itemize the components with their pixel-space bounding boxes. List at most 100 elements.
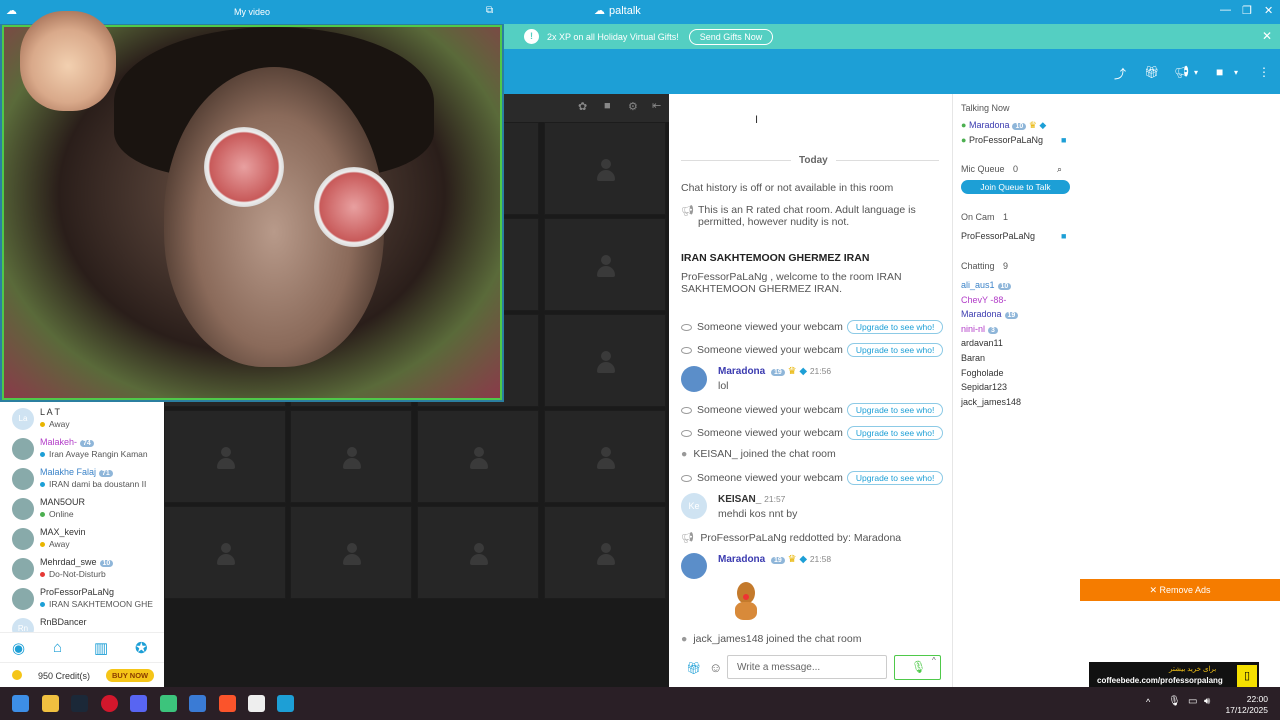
chatting-user[interactable]: ali_aus1 10 xyxy=(961,280,1012,290)
app-icon[interactable] xyxy=(189,695,206,712)
mic-button[interactable]: 🎙︎ ^ xyxy=(894,655,941,680)
message-input[interactable]: Write a message... xyxy=(727,655,887,679)
chatting-user[interactable]: Maradona 19 xyxy=(961,309,1019,320)
buy-now-button[interactable]: BUY NOW xyxy=(106,669,155,682)
empty-user-icon xyxy=(597,351,615,373)
share-icon[interactable]: ⤴ xyxy=(1114,65,1126,82)
talking-user[interactable]: ● Maradona 10 ♛ ◆ xyxy=(961,120,1046,131)
avatar[interactable] xyxy=(681,366,707,392)
message-author[interactable]: Maradona xyxy=(718,366,765,377)
message-author[interactable]: Maradona xyxy=(718,554,765,565)
video-tile[interactable] xyxy=(417,506,539,599)
avatar[interactable] xyxy=(12,438,34,460)
restore-icon[interactable]: ❐ xyxy=(1242,4,1252,17)
remove-ads-button[interactable]: ✕ Remove Ads xyxy=(1080,579,1280,601)
microphone-icon[interactable]: 🎙︎ xyxy=(1168,696,1181,707)
megaphone-icon[interactable]: 📢︎ xyxy=(1174,65,1189,79)
video-tile[interactable] xyxy=(290,506,412,599)
file-explorer-icon[interactable] xyxy=(42,695,59,712)
compass-icon[interactable]: ◉ xyxy=(12,639,25,657)
app-icon[interactable] xyxy=(160,695,177,712)
chatting-user[interactable]: jack_james148 xyxy=(961,397,1021,407)
gift-icon[interactable]: 🎁︎ xyxy=(686,661,701,675)
user-name: MAN5OUR xyxy=(40,497,86,507)
list-item[interactable]: Malakhe Falaj 71 IRAN dami ba doustann II xyxy=(0,464,164,494)
message-author[interactable]: KEISAN_ xyxy=(718,494,761,505)
brave-icon[interactable] xyxy=(219,695,236,712)
chatting-user[interactable]: nini-nl 3 xyxy=(961,324,998,334)
video-tile[interactable] xyxy=(544,218,666,311)
avatar[interactable]: La xyxy=(12,408,34,430)
list-item[interactable]: MAX_kevin Away xyxy=(0,524,164,554)
home-icon[interactable]: ⌂ xyxy=(53,639,62,656)
camera-chevron-icon[interactable]: ▾ xyxy=(1234,68,1238,77)
chevron-down-icon[interactable]: ▾ xyxy=(1194,68,1198,77)
avatar[interactable] xyxy=(681,553,707,579)
emoji-icon[interactable]: ☺ xyxy=(709,660,722,675)
video-tile[interactable] xyxy=(290,410,412,503)
volume-icon[interactable]: 🔊︎ xyxy=(1204,696,1210,707)
send-gifts-button[interactable]: Send Gifts Now xyxy=(688,28,774,45)
video-tile[interactable] xyxy=(164,506,286,599)
more-menu-icon[interactable]: ⋮ xyxy=(1258,65,1270,79)
webcam-feed xyxy=(2,11,502,400)
video-tile[interactable] xyxy=(164,410,286,503)
paltalk-taskbar-icon[interactable] xyxy=(277,695,294,712)
avatar[interactable]: Ke xyxy=(681,493,707,519)
upgrade-button[interactable]: Upgrade to see who! xyxy=(846,426,944,440)
app-icon[interactable] xyxy=(248,695,265,712)
paw-icon[interactable]: ✿ xyxy=(578,100,587,113)
avatar[interactable] xyxy=(12,588,34,610)
clock-date[interactable]: 17/12/2025 xyxy=(1216,705,1268,715)
upgrade-button[interactable]: Upgrade to see who! xyxy=(846,320,944,334)
user-name: L A T xyxy=(40,407,61,417)
talking-user[interactable]: ● ProFessorPaLaNg ■ xyxy=(961,135,1066,145)
popout-icon[interactable]: ⧉ xyxy=(486,5,493,16)
video-tile[interactable] xyxy=(544,122,666,215)
video-tile[interactable] xyxy=(544,314,666,407)
list-item[interactable]: Malakeh- 74 Iran Avaye Rangin Kaman xyxy=(0,434,164,464)
leaderboard-icon[interactable]: ▥ xyxy=(94,639,108,657)
steam-icon[interactable] xyxy=(71,695,88,712)
chatting-user[interactable]: ardavan11 xyxy=(961,338,1003,348)
camera-icon[interactable]: ■ xyxy=(1216,65,1223,79)
upgrade-button[interactable]: Upgrade to see who! xyxy=(846,343,944,357)
chatting-user[interactable]: Fogholade xyxy=(961,368,1004,378)
gift-icon[interactable]: 🎁︎ xyxy=(1144,65,1159,79)
list-item[interactable]: La L A T Away xyxy=(0,404,164,434)
minimize-icon[interactable]: — xyxy=(1220,4,1231,16)
video-tile[interactable] xyxy=(417,410,539,503)
chatting-user[interactable]: ChevY -88- xyxy=(961,295,1006,305)
avatar[interactable] xyxy=(12,498,34,520)
join-queue-button[interactable]: Join Queue to Talk xyxy=(961,180,1070,194)
chatting-user[interactable]: Sepidar123 xyxy=(961,382,1007,392)
settings-icon[interactable]: ⚙ xyxy=(628,100,638,113)
upgrade-button[interactable]: Upgrade to see who! xyxy=(846,471,944,485)
close-promo-icon[interactable]: ✕ xyxy=(1262,29,1272,43)
close-icon[interactable]: ✕ xyxy=(1264,4,1273,17)
chevron-up-icon[interactable]: ^ xyxy=(932,656,936,665)
opera-icon[interactable] xyxy=(101,695,118,712)
clock-time[interactable]: 22:00 xyxy=(1226,694,1268,704)
network-icon[interactable]: ▭ xyxy=(1188,696,1197,707)
discord-icon[interactable] xyxy=(130,695,147,712)
chatting-user[interactable]: Baran xyxy=(961,353,985,363)
list-item[interactable]: Mehrdad_swe 10 Do-Not-Disturb xyxy=(0,554,164,584)
promo-banner: ! 2x XP on all Holiday Virtual Gifts! Se… xyxy=(504,24,1280,49)
list-item[interactable]: ProFessorPaLaNg IRAN SAKHTEMOON GHE xyxy=(0,584,164,614)
video-tile[interactable] xyxy=(544,506,666,599)
video-tile[interactable] xyxy=(544,410,666,503)
tray-chevron-icon[interactable]: ^ xyxy=(1146,697,1150,707)
avatar[interactable] xyxy=(12,468,34,490)
video-icon[interactable]: ■ xyxy=(604,100,611,112)
avatar[interactable] xyxy=(12,558,34,580)
upgrade-button[interactable]: Upgrade to see who! xyxy=(846,403,944,417)
collapse-icon[interactable]: ⇤ xyxy=(652,99,661,112)
start-icon[interactable] xyxy=(12,695,29,712)
banner-ad[interactable]: برای خرید بیشتر coffeebede.com/professor… xyxy=(1089,662,1259,689)
list-item[interactable]: MAN5OUR Online xyxy=(0,494,164,524)
avatar[interactable] xyxy=(12,528,34,550)
on-cam-user[interactable]: ProFessorPaLaNg ■ xyxy=(961,231,1066,241)
room-title: IRAN SAKHTEMOON GHERMEZ IRAN xyxy=(681,252,870,264)
profile-icon[interactable]: ✪ xyxy=(135,639,148,657)
